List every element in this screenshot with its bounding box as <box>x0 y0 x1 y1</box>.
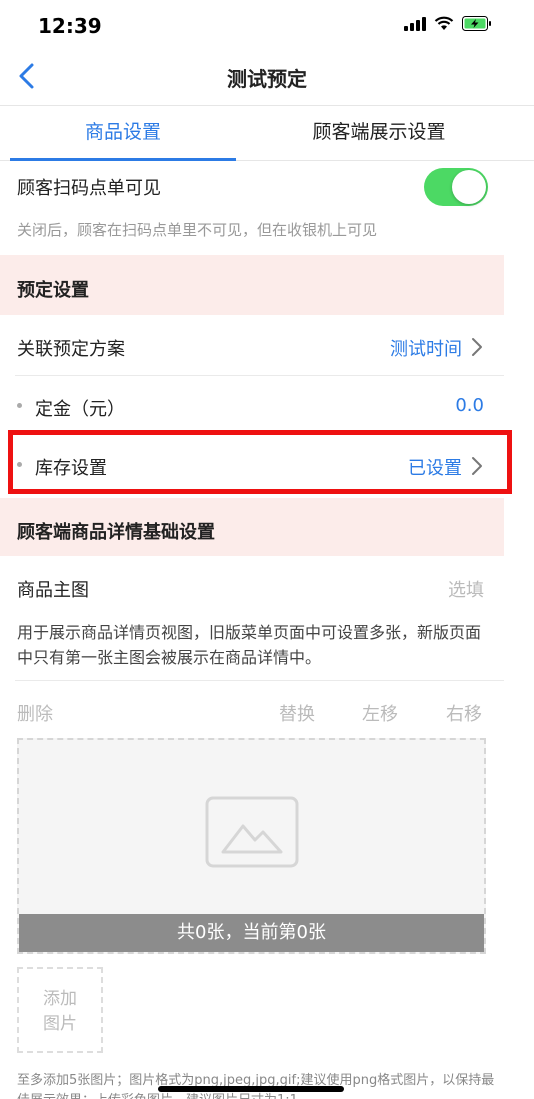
main-image-description: 用于展示商品详情页视图，旧版菜单页面中可设置多张，新版页面中只有第一张主图会被展… <box>17 623 482 667</box>
main-image-label: 商品主图 <box>17 580 89 601</box>
booking-plan-label: 关联预定方案 <box>17 339 125 360</box>
delete-image-button[interactable]: 删除 <box>17 700 53 726</box>
toggle-knob <box>452 170 486 204</box>
stock-highlight-box <box>8 430 512 494</box>
move-left-button[interactable]: 左移 <box>362 700 398 726</box>
add-image-label: 添加 图片 <box>19 987 101 1037</box>
booking-plan-row[interactable]: 关联预定方案 测试时间 <box>0 315 504 375</box>
nav-bar: 测试预定 <box>0 48 534 106</box>
bullet-dot <box>17 403 22 408</box>
signal-icon <box>404 16 426 31</box>
add-image-line1: 添加 <box>43 989 77 1009</box>
home-indicator <box>158 1086 344 1092</box>
visibility-label: 顾客扫码点单可见 <box>17 178 161 199</box>
status-icons <box>404 16 492 31</box>
add-image-button[interactable]: 添加 图片 <box>17 967 103 1053</box>
replace-image-button[interactable]: 替换 <box>279 700 315 726</box>
divider <box>15 680 504 681</box>
visibility-hint: 关闭后，顾客在扫码点单里不可见，但在收银机上可见 <box>17 221 378 239</box>
deposit-value: 0.0 <box>455 395 484 416</box>
detail-section-title: 顾客端商品详情基础设置 <box>17 522 215 543</box>
booking-section-title: 预定设置 <box>17 280 89 301</box>
status-bar: 12:39 <box>0 0 534 48</box>
main-image-row: 商品主图 选填 <box>0 560 504 612</box>
visibility-toggle[interactable] <box>424 168 488 206</box>
image-count-bar: 共0张，当前第0张 <box>19 914 484 952</box>
tab-product-settings[interactable]: 商品设置 <box>10 106 236 161</box>
booking-plan-value: 测试时间 <box>390 339 462 360</box>
main-image-optional: 选填 <box>448 580 484 601</box>
chevron-right-icon <box>472 338 482 356</box>
image-preview-area[interactable]: 共0张，当前第0张 <box>17 738 486 954</box>
status-time: 12:39 <box>38 14 102 38</box>
deposit-label: 定金（元） <box>35 399 125 420</box>
detail-section-header: 顾客端商品详情基础设置 <box>0 498 504 556</box>
tab-customer-display-settings[interactable]: 顾客端展示设置 <box>266 106 492 161</box>
move-right-button[interactable]: 右移 <box>446 700 482 726</box>
tab-bar: 商品设置 顾客端展示设置 <box>0 106 534 161</box>
page-title: 测试预定 <box>227 67 307 91</box>
upload-footer-note: 至多添加5张图片；图片格式为png,jpeg,jpg,gif;建议使用png格式… <box>17 1073 495 1099</box>
add-image-line2: 图片 <box>43 1014 77 1034</box>
booking-section-header: 预定设置 <box>0 255 504 315</box>
battery-charging-icon <box>462 16 491 31</box>
wifi-icon <box>434 16 454 30</box>
deposit-row[interactable]: 定金（元） 0.0 <box>0 376 504 434</box>
image-placeholder-icon <box>205 796 299 868</box>
